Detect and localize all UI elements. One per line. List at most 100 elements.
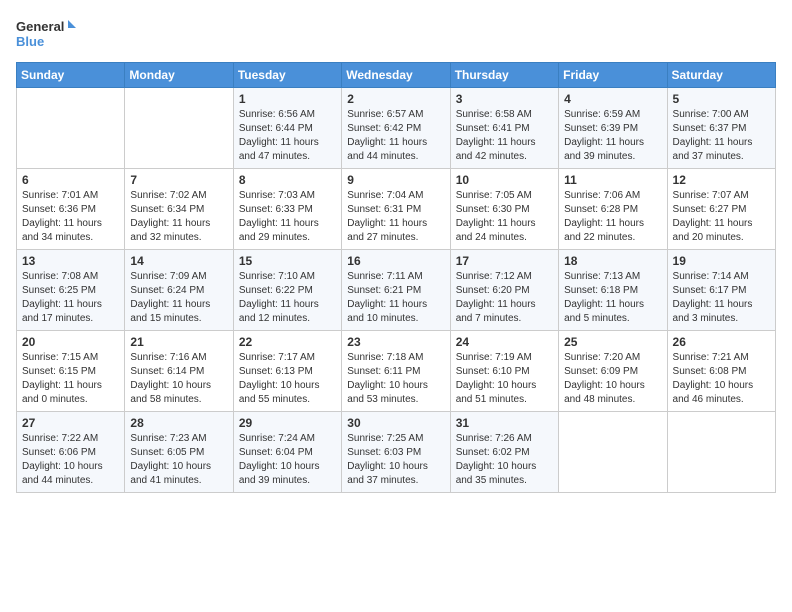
- day-info: Sunrise: 7:13 AM Sunset: 6:18 PM Dayligh…: [564, 270, 661, 326]
- day-number: 15: [239, 254, 336, 268]
- day-info: Sunrise: 7:03 AM Sunset: 6:33 PM Dayligh…: [239, 189, 336, 245]
- calendar-cell: [667, 412, 775, 493]
- calendar-header-row: SundayMondayTuesdayWednesdayThursdayFrid…: [17, 63, 776, 88]
- calendar-cell: 30 Sunrise: 7:25 AM Sunset: 6:03 PM Dayli…: [342, 412, 450, 493]
- day-info: Sunrise: 7:09 AM Sunset: 6:24 PM Dayligh…: [130, 270, 227, 326]
- calendar-cell: 9 Sunrise: 7:04 AM Sunset: 6:31 PM Daylig…: [342, 169, 450, 250]
- day-info: Sunrise: 7:07 AM Sunset: 6:27 PM Dayligh…: [673, 189, 770, 245]
- calendar-week-5: 27Sunrise: 7:22 AM Sunset: 6:06 PM Dayli…: [17, 412, 776, 493]
- day-info: Sunrise: 7:18 AM Sunset: 6:11 PM Dayligh…: [347, 351, 444, 407]
- day-info: Sunrise: 7:10 AM Sunset: 6:22 PM Dayligh…: [239, 270, 336, 326]
- day-number: 14: [130, 254, 227, 268]
- day-info: Sunrise: 7:21 AM Sunset: 6:08 PM Dayligh…: [673, 351, 770, 407]
- svg-text:Blue: Blue: [16, 34, 44, 49]
- calendar-cell: 20 Sunrise: 7:15 AM Sunset: 6:15 PM Dayli…: [17, 331, 125, 412]
- day-info: Sunrise: 7:23 AM Sunset: 6:05 PM Dayligh…: [130, 432, 227, 488]
- calendar-cell: 16 Sunrise: 7:11 AM Sunset: 6:21 PM Dayli…: [342, 250, 450, 331]
- calendar-cell: 27Sunrise: 7:22 AM Sunset: 6:06 PM Dayli…: [17, 412, 125, 493]
- calendar-cell: 24Sunrise: 7:19 AM Sunset: 6:10 PM Dayli…: [450, 331, 558, 412]
- day-info: Sunrise: 7:12 AM Sunset: 6:20 PM Dayligh…: [456, 270, 553, 326]
- day-number: 9: [347, 173, 444, 187]
- day-number: 31: [456, 416, 553, 430]
- logo-svg: General Blue: [16, 16, 76, 52]
- day-info: Sunrise: 6:59 AM Sunset: 6:39 PM Dayligh…: [564, 108, 661, 164]
- day-number: 18: [564, 254, 661, 268]
- day-number: 3: [456, 92, 553, 106]
- day-number: 25: [564, 335, 661, 349]
- calendar-cell: 10 Sunrise: 7:05 AM Sunset: 6:30 PM Dayli…: [450, 169, 558, 250]
- day-info: Sunrise: 7:05 AM Sunset: 6:30 PM Dayligh…: [456, 189, 553, 245]
- day-header-monday: Monday: [125, 63, 233, 88]
- calendar-cell: [17, 88, 125, 169]
- day-number: 28: [130, 416, 227, 430]
- day-number: 21: [130, 335, 227, 349]
- svg-text:General: General: [16, 19, 64, 34]
- day-number: 16: [347, 254, 444, 268]
- day-number: 29: [239, 416, 336, 430]
- day-number: 7: [130, 173, 227, 187]
- day-info: Sunrise: 7:14 AM Sunset: 6:17 PM Dayligh…: [673, 270, 770, 326]
- day-info: Sunrise: 6:57 AM Sunset: 6:42 PM Dayligh…: [347, 108, 444, 164]
- calendar-cell: 7 Sunrise: 7:02 AM Sunset: 6:34 PM Daylig…: [125, 169, 233, 250]
- day-info: Sunrise: 7:15 AM Sunset: 6:15 PM Dayligh…: [22, 351, 119, 407]
- day-info: Sunrise: 7:06 AM Sunset: 6:28 PM Dayligh…: [564, 189, 661, 245]
- calendar-cell: 26 Sunrise: 7:21 AM Sunset: 6:08 PM Dayli…: [667, 331, 775, 412]
- calendar-cell: [125, 88, 233, 169]
- day-number: 20: [22, 335, 119, 349]
- calendar-cell: 28 Sunrise: 7:23 AM Sunset: 6:05 PM Dayli…: [125, 412, 233, 493]
- calendar-cell: 14 Sunrise: 7:09 AM Sunset: 6:24 PM Dayli…: [125, 250, 233, 331]
- calendar-cell: 5Sunrise: 7:00 AM Sunset: 6:37 PM Daylig…: [667, 88, 775, 169]
- day-number: 19: [673, 254, 770, 268]
- logo: General Blue: [16, 16, 76, 52]
- day-header-saturday: Saturday: [667, 63, 775, 88]
- day-number: 11: [564, 173, 661, 187]
- day-number: 1: [239, 92, 336, 106]
- day-number: 30: [347, 416, 444, 430]
- calendar-week-2: 6Sunrise: 7:01 AM Sunset: 6:36 PM Daylig…: [17, 169, 776, 250]
- day-header-tuesday: Tuesday: [233, 63, 341, 88]
- day-info: Sunrise: 7:24 AM Sunset: 6:04 PM Dayligh…: [239, 432, 336, 488]
- day-info: Sunrise: 7:26 AM Sunset: 6:02 PM Dayligh…: [456, 432, 553, 488]
- day-number: 22: [239, 335, 336, 349]
- day-info: Sunrise: 7:25 AM Sunset: 6:03 PM Dayligh…: [347, 432, 444, 488]
- page-header: General Blue: [16, 16, 776, 52]
- calendar-cell: 18 Sunrise: 7:13 AM Sunset: 6:18 PM Dayli…: [559, 250, 667, 331]
- calendar-cell: 19 Sunrise: 7:14 AM Sunset: 6:17 PM Dayli…: [667, 250, 775, 331]
- day-info: Sunrise: 7:02 AM Sunset: 6:34 PM Dayligh…: [130, 189, 227, 245]
- day-info: Sunrise: 7:17 AM Sunset: 6:13 PM Dayligh…: [239, 351, 336, 407]
- day-number: 12: [673, 173, 770, 187]
- day-number: 23: [347, 335, 444, 349]
- day-info: Sunrise: 7:01 AM Sunset: 6:36 PM Dayligh…: [22, 189, 119, 245]
- day-info: Sunrise: 7:20 AM Sunset: 6:09 PM Dayligh…: [564, 351, 661, 407]
- day-info: Sunrise: 7:04 AM Sunset: 6:31 PM Dayligh…: [347, 189, 444, 245]
- day-number: 10: [456, 173, 553, 187]
- calendar-cell: 25 Sunrise: 7:20 AM Sunset: 6:09 PM Dayli…: [559, 331, 667, 412]
- day-header-friday: Friday: [559, 63, 667, 88]
- calendar-cell: 6Sunrise: 7:01 AM Sunset: 6:36 PM Daylig…: [17, 169, 125, 250]
- calendar-cell: 12 Sunrise: 7:07 AM Sunset: 6:27 PM Dayli…: [667, 169, 775, 250]
- calendar-cell: 23 Sunrise: 7:18 AM Sunset: 6:11 PM Dayli…: [342, 331, 450, 412]
- day-header-sunday: Sunday: [17, 63, 125, 88]
- day-info: Sunrise: 7:16 AM Sunset: 6:14 PM Dayligh…: [130, 351, 227, 407]
- calendar-cell: 4 Sunrise: 6:59 AM Sunset: 6:39 PM Daylig…: [559, 88, 667, 169]
- day-number: 4: [564, 92, 661, 106]
- calendar-cell: 17 Sunrise: 7:12 AM Sunset: 6:20 PM Dayli…: [450, 250, 558, 331]
- calendar-cell: 3Sunrise: 6:58 AM Sunset: 6:41 PM Daylig…: [450, 88, 558, 169]
- calendar-cell: 31 Sunrise: 7:26 AM Sunset: 6:02 PM Dayli…: [450, 412, 558, 493]
- day-info: Sunrise: 7:11 AM Sunset: 6:21 PM Dayligh…: [347, 270, 444, 326]
- day-header-wednesday: Wednesday: [342, 63, 450, 88]
- day-number: 26: [673, 335, 770, 349]
- calendar-week-1: 1Sunrise: 6:56 AM Sunset: 6:44 PM Daylig…: [17, 88, 776, 169]
- day-number: 8: [239, 173, 336, 187]
- calendar-week-4: 20 Sunrise: 7:15 AM Sunset: 6:15 PM Dayli…: [17, 331, 776, 412]
- calendar-table: SundayMondayTuesdayWednesdayThursdayFrid…: [16, 62, 776, 493]
- calendar-cell: 1Sunrise: 6:56 AM Sunset: 6:44 PM Daylig…: [233, 88, 341, 169]
- day-info: Sunrise: 7:08 AM Sunset: 6:25 PM Dayligh…: [22, 270, 119, 326]
- calendar-body: 1Sunrise: 6:56 AM Sunset: 6:44 PM Daylig…: [17, 88, 776, 493]
- day-info: Sunrise: 7:22 AM Sunset: 6:06 PM Dayligh…: [22, 432, 119, 488]
- day-number: 17: [456, 254, 553, 268]
- calendar-cell: 21 Sunrise: 7:16 AM Sunset: 6:14 PM Dayli…: [125, 331, 233, 412]
- calendar-cell: [559, 412, 667, 493]
- calendar-cell: 11 Sunrise: 7:06 AM Sunset: 6:28 PM Dayli…: [559, 169, 667, 250]
- calendar-week-3: 13Sunrise: 7:08 AM Sunset: 6:25 PM Dayli…: [17, 250, 776, 331]
